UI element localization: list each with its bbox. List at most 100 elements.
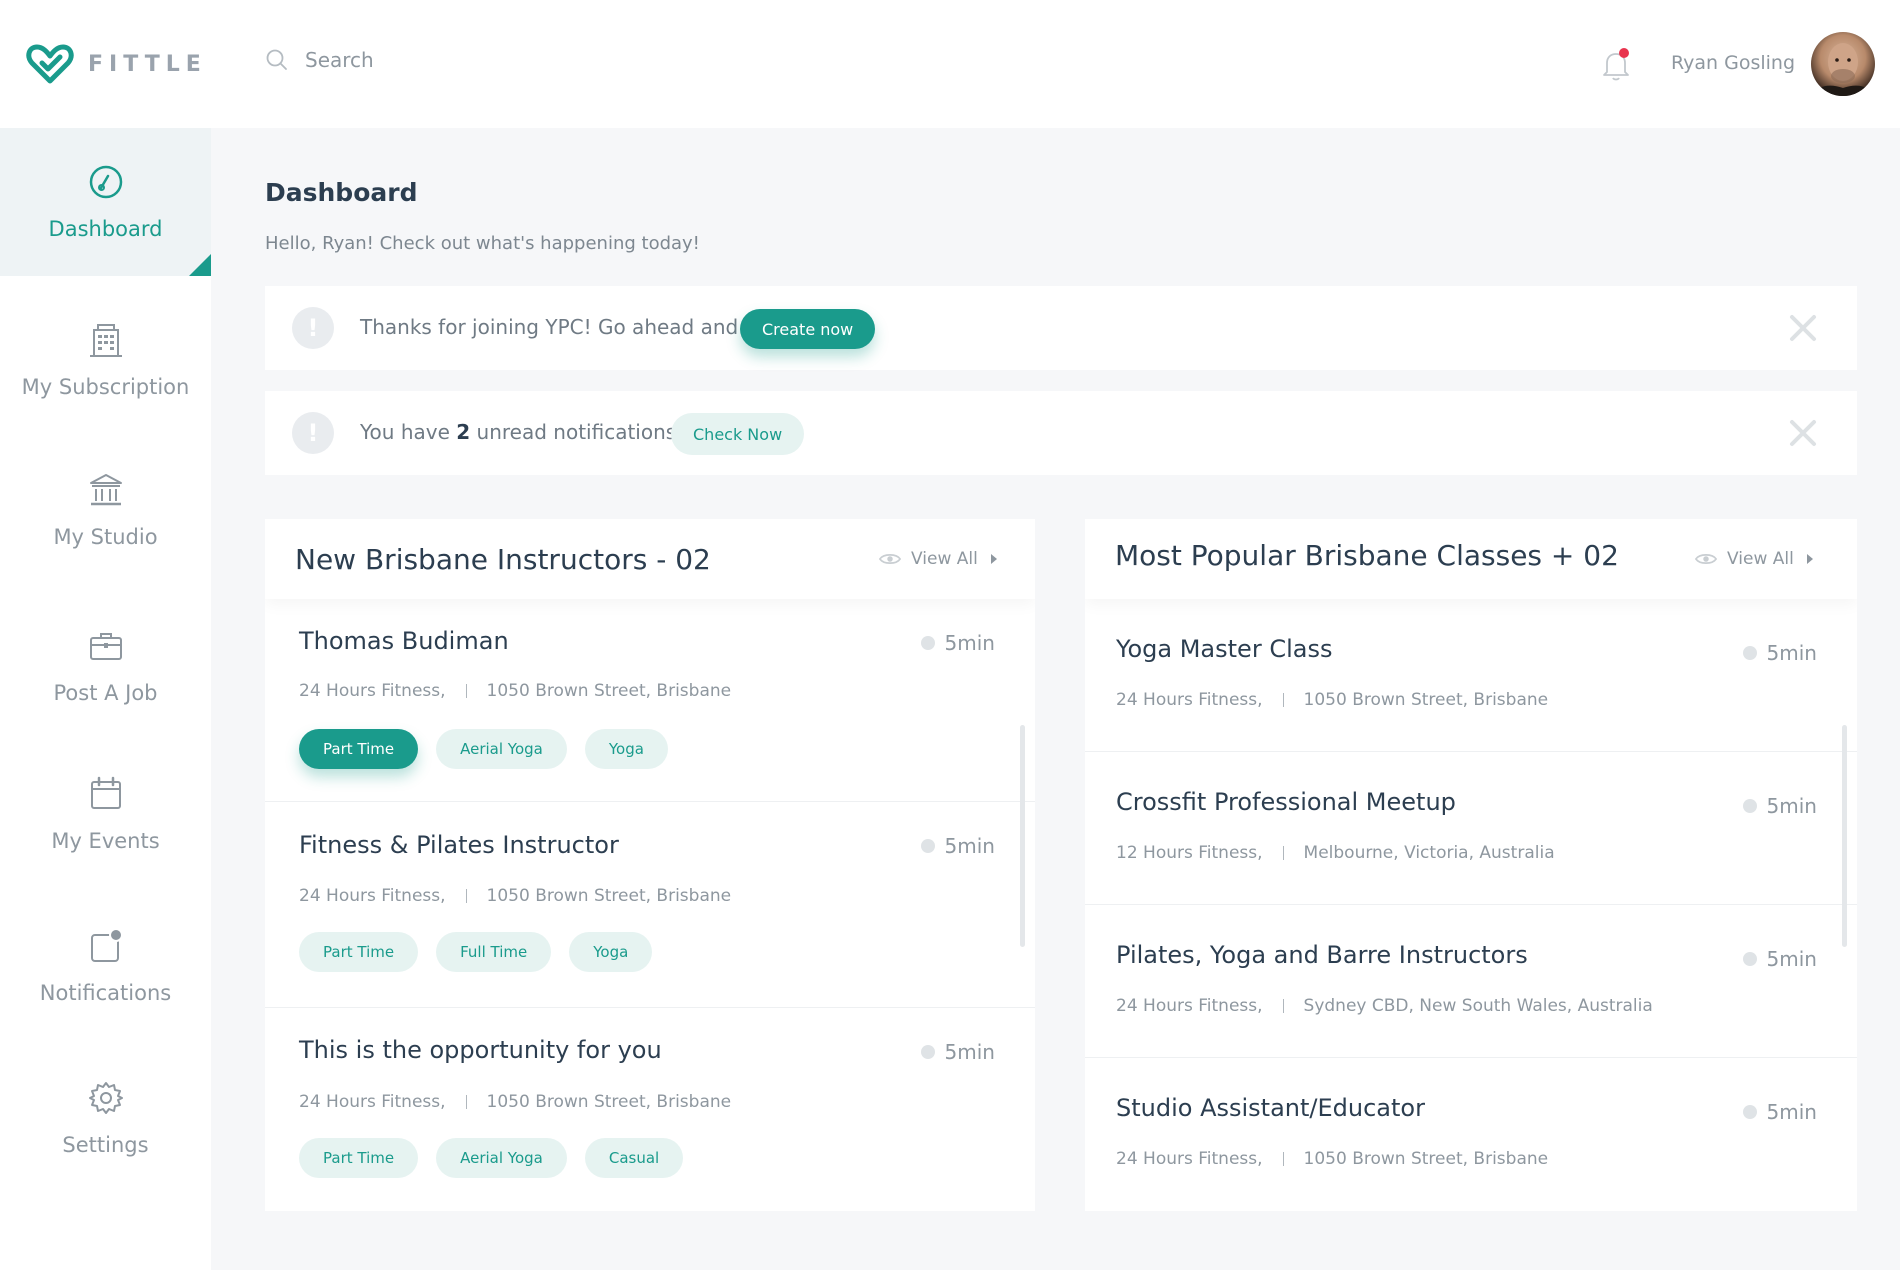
item-gym: 12 Hours Fitness,: [1116, 843, 1263, 863]
item-location: 1050 Brown Street, Brisbane: [1303, 1149, 1549, 1169]
view-all-label: View All: [1727, 549, 1794, 569]
time-label: 5min: [1766, 1100, 1817, 1124]
scrollbar-thumb[interactable]: [1020, 725, 1025, 947]
clock-icon: [1742, 952, 1757, 966]
sidebar-item-my-studio[interactable]: My Studio: [0, 440, 211, 580]
clock-icon: [920, 839, 935, 853]
card-title: New Brisbane Instructors - 02: [295, 543, 711, 576]
item-location: 1050 Brown Street, Brisbane: [1303, 690, 1549, 710]
tag-chip[interactable]: Casual: [584, 1138, 684, 1178]
check-now-button[interactable]: Check Now: [671, 413, 805, 455]
alert-text: You have 2 unread notifications.: [360, 420, 683, 444]
gauge-icon: [89, 165, 122, 199]
list-item[interactable]: Thomas Budiman 5min 24 Hours Fitness, 105…: [265, 599, 1035, 802]
alert-banner-welcome: ! Thanks for joining YPC! Go ahead and C…: [265, 286, 1857, 370]
instructors-card: New Brisbane Instructors - 02 View All T…: [265, 519, 1035, 1211]
list-item[interactable]: Fitness & Pilates Instructor 5min 24 Hou…: [265, 802, 1035, 1008]
sidebar-item-label: Post A Job: [53, 681, 158, 705]
exclamation-icon: !: [292, 412, 334, 454]
clock-icon: [1742, 646, 1757, 660]
sidebar-item-label: My Studio: [53, 525, 158, 549]
close-icon[interactable]: [1789, 419, 1817, 447]
sidebar-item-settings[interactable]: Settings: [0, 1048, 211, 1188]
tag-chip[interactable]: Yoga: [584, 729, 668, 769]
tag-list: Part Time Full Time Yoga: [299, 932, 653, 972]
item-gym: 24 Hours Fitness,: [299, 886, 446, 906]
unread-dot: [1619, 48, 1629, 58]
time-label: 5min: [944, 834, 995, 858]
time-label: 5min: [944, 631, 995, 655]
building-icon: [89, 324, 122, 357]
avatar[interactable]: [1811, 32, 1875, 96]
tag-chip[interactable]: Yoga: [569, 932, 653, 972]
create-now-button[interactable]: Create now: [740, 309, 876, 349]
gear-icon: [88, 1082, 123, 1114]
list-item[interactable]: Crossfit Professional Meetup 5min 12 Hou…: [1085, 752, 1857, 905]
tag-chip[interactable]: Aerial Yoga: [436, 1138, 567, 1178]
sidebar-item-notifications[interactable]: Notifications: [0, 896, 211, 1036]
time-label: 5min: [1766, 947, 1817, 971]
chevron-right-icon: [1806, 554, 1813, 564]
chevron-right-icon: [990, 554, 997, 564]
item-location: Melbourne, Victoria, Australia: [1303, 843, 1555, 863]
list-item[interactable]: Yoga Master Class 5min 24 Hours Fitness,…: [1085, 599, 1857, 752]
item-time: 5min: [1742, 794, 1817, 818]
item-meta: 24 Hours Fitness, Sydney CBD, New South W…: [1116, 996, 1653, 1016]
search-icon: [266, 49, 287, 70]
view-all-link[interactable]: View All: [879, 549, 998, 569]
sidebar: FITTLE Dashboard My Subscription My Stud…: [0, 0, 211, 1270]
close-icon[interactable]: [1789, 314, 1817, 342]
list-item[interactable]: Pilates, Yoga and Barre Instructors 5min…: [1085, 905, 1857, 1058]
item-time: 5min: [1742, 1100, 1817, 1124]
tag-chip[interactable]: Full Time: [436, 932, 552, 972]
divider: [1282, 693, 1284, 707]
item-title: Studio Assistant/Educator: [1116, 1094, 1425, 1122]
scrollbar-thumb[interactable]: [1842, 725, 1847, 947]
item-meta: 12 Hours Fitness, Melbourne, Victoria, Au…: [1116, 843, 1555, 863]
item-gym: 24 Hours Fitness,: [1116, 996, 1263, 1016]
card-header: New Brisbane Instructors - 02 View All: [265, 519, 1035, 599]
divider: [465, 684, 467, 698]
search-input[interactable]: [305, 48, 705, 72]
item-title: This is the opportunity for you: [299, 1036, 662, 1064]
tag-list: Part Time Aerial Yoga Casual: [299, 1138, 684, 1178]
sidebar-item-post-a-job[interactable]: Post A Job: [0, 596, 211, 736]
clock-icon: [1742, 1105, 1757, 1119]
item-meta: 24 Hours Fitness, 1050 Brown Street, Bris…: [1116, 690, 1548, 710]
view-all-link[interactable]: View All: [1695, 549, 1814, 569]
sidebar-item-label: My Subscription: [21, 375, 190, 399]
item-location: Sydney CBD, New South Wales, Australia: [1303, 996, 1653, 1016]
sidebar-item-my-events[interactable]: My Events: [0, 744, 211, 884]
item-meta: 24 Hours Fitness, 1050 Brown Street, Bris…: [299, 681, 731, 701]
list-item[interactable]: This is the opportunity for you 5min 24 …: [265, 1008, 1035, 1211]
logo[interactable]: FITTLE: [0, 0, 211, 128]
sidebar-item-dashboard[interactable]: Dashboard: [0, 128, 211, 276]
active-indicator: [189, 254, 211, 276]
card-header: Most Popular Brisbane Classes + 02 View …: [1085, 519, 1857, 599]
item-time: 5min: [920, 631, 995, 655]
tag-chip[interactable]: Aerial Yoga: [436, 729, 567, 769]
item-title: Pilates, Yoga and Barre Instructors: [1116, 941, 1528, 969]
page-title: Dashboard: [265, 178, 418, 207]
tag-chip[interactable]: Part Time: [299, 1138, 419, 1178]
list-item[interactable]: Studio Assistant/Educator 5min 24 Hours …: [1085, 1058, 1857, 1211]
item-time: 5min: [1742, 641, 1817, 665]
time-label: 5min: [1766, 794, 1817, 818]
item-title: Yoga Master Class: [1116, 635, 1333, 663]
alert-text-after: unread notifications.: [476, 420, 683, 444]
time-label: 5min: [1766, 641, 1817, 665]
item-gym: 24 Hours Fitness,: [1116, 1149, 1263, 1169]
tag-list: Part Time Aerial Yoga Yoga: [299, 729, 668, 769]
user-name[interactable]: Ryan Gosling: [1671, 52, 1795, 74]
item-time: 5min: [920, 834, 995, 858]
divider: [465, 889, 467, 903]
sidebar-item-my-subscription[interactable]: My Subscription: [0, 290, 211, 430]
tag-chip[interactable]: Part Time: [299, 932, 419, 972]
divider: [1282, 1152, 1284, 1166]
notifications-bell[interactable]: [1601, 48, 1631, 82]
search-bar: [265, 48, 705, 72]
top-header: Ryan Gosling: [211, 0, 1900, 128]
tag-chip[interactable]: Part Time: [299, 729, 419, 769]
eye-icon: [879, 554, 901, 564]
item-gym: 24 Hours Fitness,: [1116, 690, 1263, 710]
